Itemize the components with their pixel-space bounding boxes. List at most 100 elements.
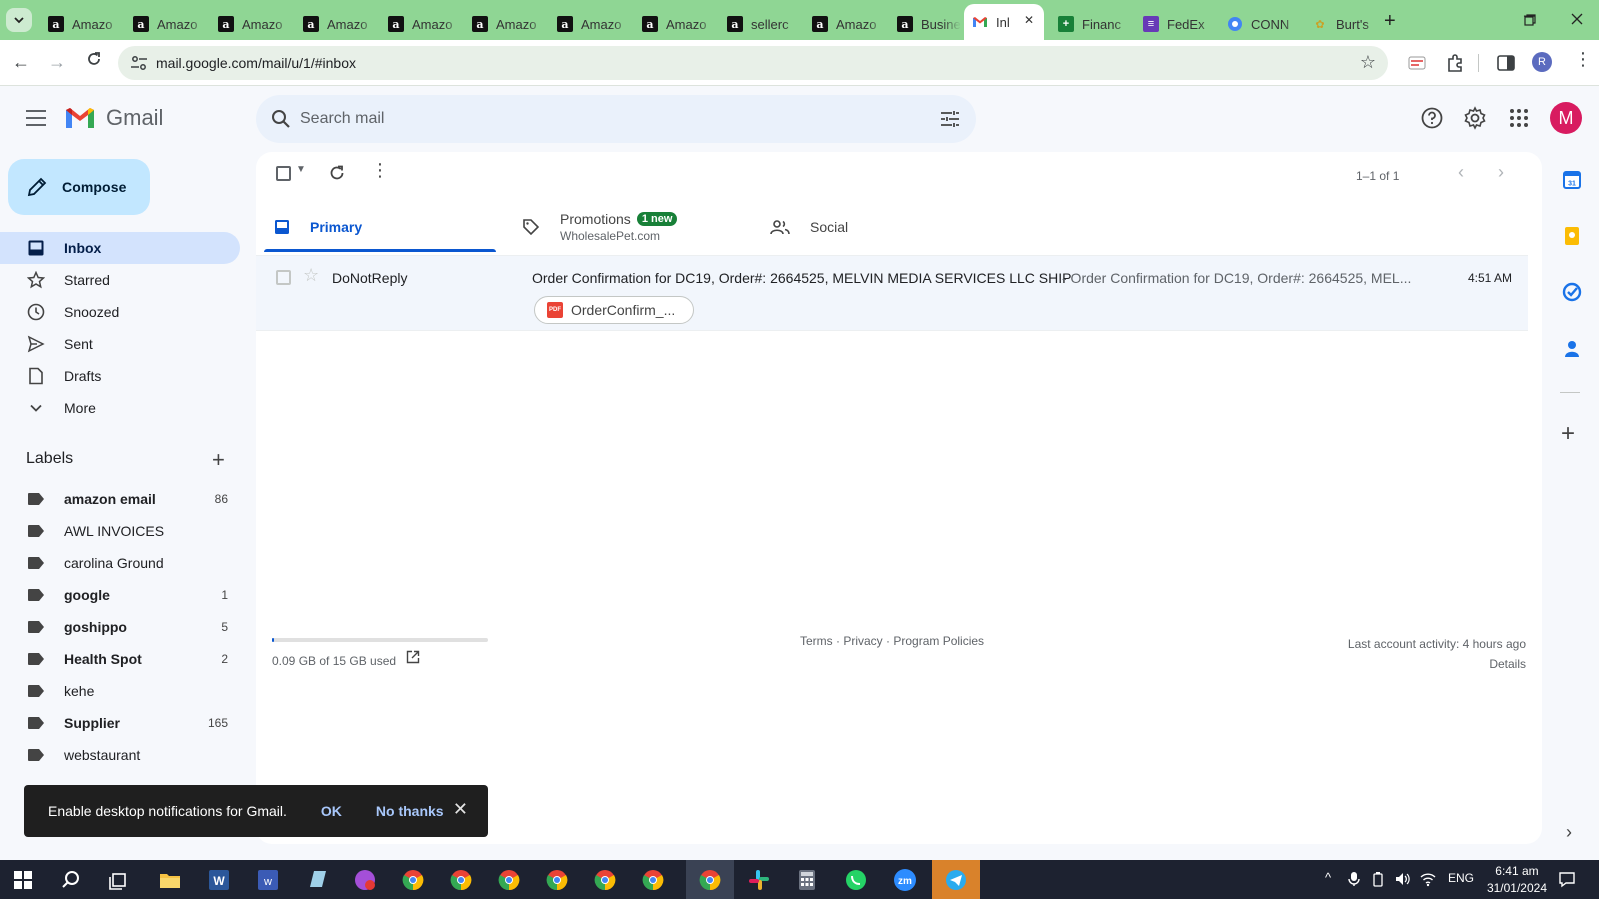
url-text[interactable]: mail.google.com/mail/u/1/#inbox [156,55,356,71]
back-button[interactable]: ← [12,52,30,73]
reload-button[interactable] [86,51,102,72]
tasks-icon[interactable] [1562,282,1582,302]
chrome-profile-icon[interactable] [448,867,474,893]
word-doc-icon[interactable]: w [255,867,281,893]
toast-no-thanks-button[interactable]: No thanks [376,803,444,819]
telegram-app[interactable] [932,860,980,899]
browser-tab[interactable]: a Amazo [380,8,462,40]
older-page-button[interactable]: › [1498,162,1504,183]
label-item[interactable]: kehe [0,675,240,707]
sidebar-item-more[interactable]: More [0,392,240,424]
browser-tab[interactable]: a Amazo [210,8,292,40]
chrome-profile-icon[interactable] [592,867,618,893]
browser-tab[interactable]: a Amazo [295,8,377,40]
chrome-profile-icon[interactable] [544,867,570,893]
volume-icon[interactable] [1394,871,1410,887]
browser-tab[interactable]: a Amazo [125,8,207,40]
file-explorer-icon[interactable] [157,867,183,893]
whatsapp-icon[interactable] [843,867,869,893]
select-dropdown-icon[interactable]: ▼ [296,164,306,175]
zoom-icon[interactable]: zm [892,867,918,893]
label-item[interactable]: amazon email 86 [0,483,240,515]
toast-ok-button[interactable]: OK [321,803,342,819]
more-actions-icon[interactable]: ⋮ [371,160,389,181]
browser-tab[interactable]: CONN [1219,8,1301,40]
label-item[interactable]: Supplier 165 [0,707,240,739]
sidebar-item-inbox[interactable]: Inbox [0,232,240,264]
calendar-icon[interactable]: 31 [1562,170,1582,190]
keep-icon[interactable] [1562,226,1582,246]
sidebar-item-snoozed[interactable]: Snoozed [0,296,240,328]
new-tab-button[interactable]: + [1384,10,1396,33]
tab-social[interactable]: Social [760,202,992,252]
browser-tab[interactable]: a sellerc [719,8,801,40]
profile-avatar[interactable]: R [1532,52,1552,72]
show-side-panel-icon[interactable]: › [1566,822,1572,843]
label-item[interactable]: google 1 [0,579,240,611]
browser-tab[interactable]: + Financ [1050,8,1132,40]
star-icon[interactable]: ☆ [303,265,319,286]
browser-tab[interactable]: a Amazo [40,8,122,40]
help-icon[interactable] [1420,106,1444,130]
tab-primary[interactable]: Primary [264,202,496,252]
get-addons-button[interactable]: + [1561,420,1575,448]
email-row[interactable]: ☆ DoNotReply Order Confirmation for DC19… [256,255,1528,331]
compose-button[interactable]: Compose [8,159,150,215]
privacy-link[interactable]: Privacy [843,634,882,648]
label-item[interactable]: Health Spot 2 [0,643,240,675]
terms-link[interactable]: Terms [800,634,833,648]
account-avatar[interactable]: M [1550,102,1582,134]
settings-gear-icon[interactable] [1463,106,1487,130]
contacts-icon[interactable] [1562,338,1582,358]
search-icon[interactable] [270,108,292,130]
side-panel-icon[interactable] [1496,53,1516,73]
taskbar-clock[interactable]: 6:41 am 31/01/2024 [1487,863,1547,897]
language-indicator[interactable]: ENG [1448,871,1474,885]
sidebar-item-starred[interactable]: Starred [0,264,240,296]
bookmark-star-icon[interactable]: ☆ [1360,52,1376,73]
create-label-button[interactable]: + [212,447,225,473]
toast-close-icon[interactable]: ✕ [453,799,468,820]
browser-tab[interactable]: a Amazo [464,8,546,40]
chrome-profile-icon[interactable] [640,867,666,893]
task-view-icon[interactable] [106,867,132,893]
select-all-checkbox[interactable] [276,166,291,181]
battery-icon[interactable] [1372,871,1384,887]
browser-tab[interactable]: Inl ✕ [964,4,1044,40]
browser-tab[interactable]: a Amazo [634,8,716,40]
word-icon[interactable]: W [206,867,232,893]
active-chrome-window[interactable] [686,860,734,899]
microphone-icon[interactable] [1348,871,1360,887]
windows-start-icon[interactable] [10,867,36,893]
address-bar[interactable]: mail.google.com/mail/u/1/#inbox ☆ [118,46,1388,80]
details-link[interactable]: Details [1348,654,1526,674]
search-options-icon[interactable] [940,109,960,129]
notepad-icon[interactable] [304,867,330,893]
close-window-icon[interactable] [1571,13,1583,25]
tab-search-button[interactable] [6,8,32,32]
refresh-icon[interactable] [328,164,346,182]
slack-icon[interactable] [746,867,772,893]
label-item[interactable]: carolina Ground [0,547,240,579]
restore-icon[interactable] [1524,14,1536,26]
email-checkbox[interactable] [276,270,291,285]
chrome-profile-icon[interactable] [400,867,426,893]
program-policies-link[interactable]: Program Policies [893,634,984,648]
extensions-puzzle-icon[interactable] [1445,53,1465,73]
browser-menu-icon[interactable]: ⋮ [1574,50,1592,68]
forward-button[interactable]: → [48,52,66,73]
sidebar-item-sent[interactable]: Sent [0,328,240,360]
extension-icon[interactable] [1407,53,1427,73]
messenger-icon[interactable] [352,867,378,893]
chrome-profile-icon[interactable] [496,867,522,893]
wifi-icon[interactable] [1420,871,1436,887]
site-settings-icon[interactable] [130,55,148,71]
browser-tab[interactable]: ≡ FedEx [1135,8,1217,40]
calculator-icon[interactable] [794,867,820,893]
notifications-icon[interactable] [1558,870,1576,888]
label-item[interactable]: webstaurant [0,739,240,771]
sidebar-item-drafts[interactable]: Drafts [0,360,240,392]
tab-promotions[interactable]: Promotions 1 new WholesalePet.com [512,202,744,252]
open-in-new-icon[interactable] [406,650,420,664]
label-item[interactable]: AWL INVOICES [0,515,240,547]
